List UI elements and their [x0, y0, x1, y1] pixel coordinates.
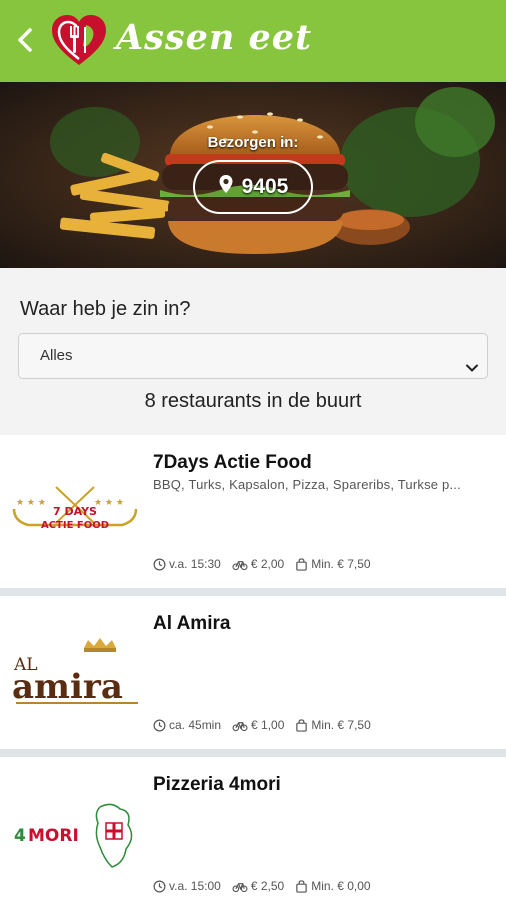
opening-time: v.a. 15:00	[153, 879, 221, 893]
delivery-cost: € 1,00	[232, 718, 284, 732]
svg-text:4: 4	[14, 826, 26, 846]
chevron-down-icon	[465, 349, 479, 372]
minimum-order: Min. € 0,00	[295, 879, 371, 893]
delivery-cost: € 2,00	[232, 557, 284, 571]
restaurant-logo-al-amira: AL amira	[8, 636, 142, 716]
minimum-order: Min. € 7,50	[295, 557, 371, 571]
shopping-bag-icon	[296, 557, 307, 571]
restaurant-card[interactable]: 4 MORI Pizzeria 4mori v.a. 15:00 € 2,50 …	[0, 757, 506, 910]
deliver-label: Bezorgen in:	[207, 134, 299, 151]
filter-question: Waar heb je zin in?	[20, 298, 191, 320]
bicycle-icon	[232, 560, 248, 570]
bicycle-icon	[232, 721, 248, 731]
clock-icon	[153, 719, 166, 731]
svg-text:MORI: MORI	[28, 826, 79, 846]
zip-code: 9405	[241, 175, 289, 198]
brand-title: Assen eet	[116, 17, 313, 58]
zip-code-button[interactable]: 9405	[193, 160, 313, 214]
cuisine-select[interactable]: Alles	[18, 333, 488, 379]
opening-time: ca. 45min	[153, 718, 221, 732]
clock-icon	[153, 880, 166, 892]
chevron-left-icon[interactable]	[14, 24, 42, 56]
map-pin-icon	[218, 174, 234, 200]
heart-fork-logo-icon	[50, 13, 108, 69]
restaurant-name: 7Days Actie Food	[153, 452, 312, 473]
svg-text:★ ★ ★: ★ ★ ★	[94, 498, 124, 508]
card-divider	[0, 588, 506, 596]
restaurant-logo-7days: ★ ★ ★ ★ ★ ★ 7 DAYS ACTIE FOOD	[8, 475, 142, 555]
minimum-order: Min. € 7,50	[295, 718, 371, 732]
top-bar: Assen eet	[0, 0, 506, 82]
card-divider	[0, 749, 506, 757]
restaurant-meta: v.a. 15:00 € 2,50 Min. € 0,00	[153, 879, 382, 893]
restaurant-cuisine: BBQ, Turks, Kapsalon, Pizza, Spareribs, …	[153, 477, 461, 492]
restaurant-logo-4mori: 4 MORI	[8, 797, 142, 877]
restaurant-count: 8 restaurants in de buurt	[144, 390, 362, 412]
opening-time: v.a. 15:30	[153, 557, 221, 571]
shopping-bag-icon	[296, 718, 308, 732]
restaurant-meta: v.a. 15:30 € 2,00 Min. € 7,50	[153, 557, 382, 571]
delivery-cost: € 2,50	[232, 879, 284, 893]
svg-text:7 DAYS: 7 DAYS	[53, 505, 97, 518]
restaurant-name: Al Amira	[153, 613, 231, 634]
bicycle-icon	[232, 882, 248, 892]
restaurant-card[interactable]: ★ ★ ★ ★ ★ ★ 7 DAYS ACTIE FOOD 7Days Acti…	[0, 435, 506, 588]
restaurant-name: Pizzeria 4mori	[153, 774, 281, 795]
svg-text:ACTIE FOOD: ACTIE FOOD	[41, 520, 109, 531]
restaurant-meta: ca. 45min € 1,00 Min. € 7,50	[153, 718, 382, 732]
svg-text:amira: amira	[12, 667, 123, 707]
svg-text:★ ★ ★: ★ ★ ★	[16, 498, 46, 508]
shopping-bag-icon	[296, 879, 307, 893]
restaurant-card[interactable]: AL amira Al Amira ca. 45min € 1,00 Min. …	[0, 596, 506, 749]
clock-icon	[153, 558, 166, 570]
cuisine-select-value: Alles	[40, 347, 73, 364]
